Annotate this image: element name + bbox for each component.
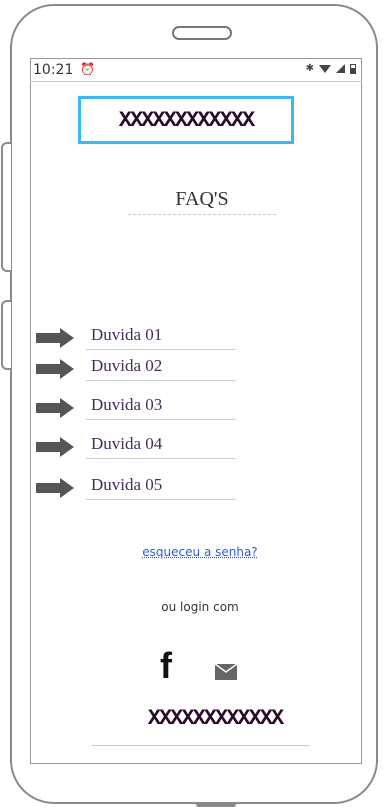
forgot-password-link[interactable]: esqueceu a senha?	[120, 545, 280, 559]
faq-item-label: Duvida 03	[91, 395, 163, 414]
wifi-icon	[319, 64, 331, 73]
faq-item-label: Duvida 04	[91, 434, 163, 453]
logo: XXXXXXXXXXXX	[78, 96, 294, 144]
arrow-right-icon	[36, 359, 74, 379]
divider	[86, 499, 236, 500]
alarm-icon: ⏰	[80, 62, 95, 76]
volume-button	[1, 142, 11, 272]
divider	[86, 380, 236, 381]
forgot-password-label: esqueceu a senha?	[142, 545, 258, 559]
speaker-grille	[172, 26, 232, 40]
battery-icon	[350, 63, 356, 74]
bluetooth-icon: ✱	[305, 63, 314, 74]
faq-item-label: Duvida 01	[91, 325, 163, 344]
faq-item-label: Duvida 02	[91, 356, 163, 375]
mail-icon[interactable]	[215, 664, 237, 680]
arrow-right-icon	[36, 328, 74, 348]
title-underline	[128, 214, 276, 215]
status-icons: ✱	[306, 63, 356, 74]
divider	[86, 419, 236, 420]
faq-item-03[interactable]: Duvida 03	[36, 392, 246, 422]
faq-item-01[interactable]: Duvida 01	[36, 322, 246, 352]
faq-item-02[interactable]: Duvida 02	[36, 353, 246, 383]
facebook-icon[interactable]: f	[160, 648, 172, 684]
status-bar: 10:21 ⏰ ✱	[30, 60, 362, 82]
home-indicator	[196, 802, 236, 807]
divider	[86, 458, 236, 459]
login-with-label: ou login com	[161, 600, 239, 614]
faq-item-05[interactable]: Duvida 05	[36, 472, 246, 502]
arrow-right-icon	[36, 437, 74, 457]
logo-text: XXXXXXXXXXXX	[118, 107, 255, 133]
footer-divider	[92, 745, 310, 746]
page-title: FAQ'S	[175, 188, 229, 210]
arrow-right-icon	[36, 478, 74, 498]
status-time: 10:21	[33, 62, 74, 78]
divider	[86, 349, 236, 350]
faq-item-04[interactable]: Duvida 04	[36, 431, 246, 461]
power-button	[1, 300, 11, 370]
arrow-right-icon	[36, 398, 74, 418]
signal-icon	[336, 64, 345, 73]
faq-item-label: Duvida 05	[91, 475, 163, 494]
footer-text: XXXXXXXXXXXX	[147, 706, 284, 731]
